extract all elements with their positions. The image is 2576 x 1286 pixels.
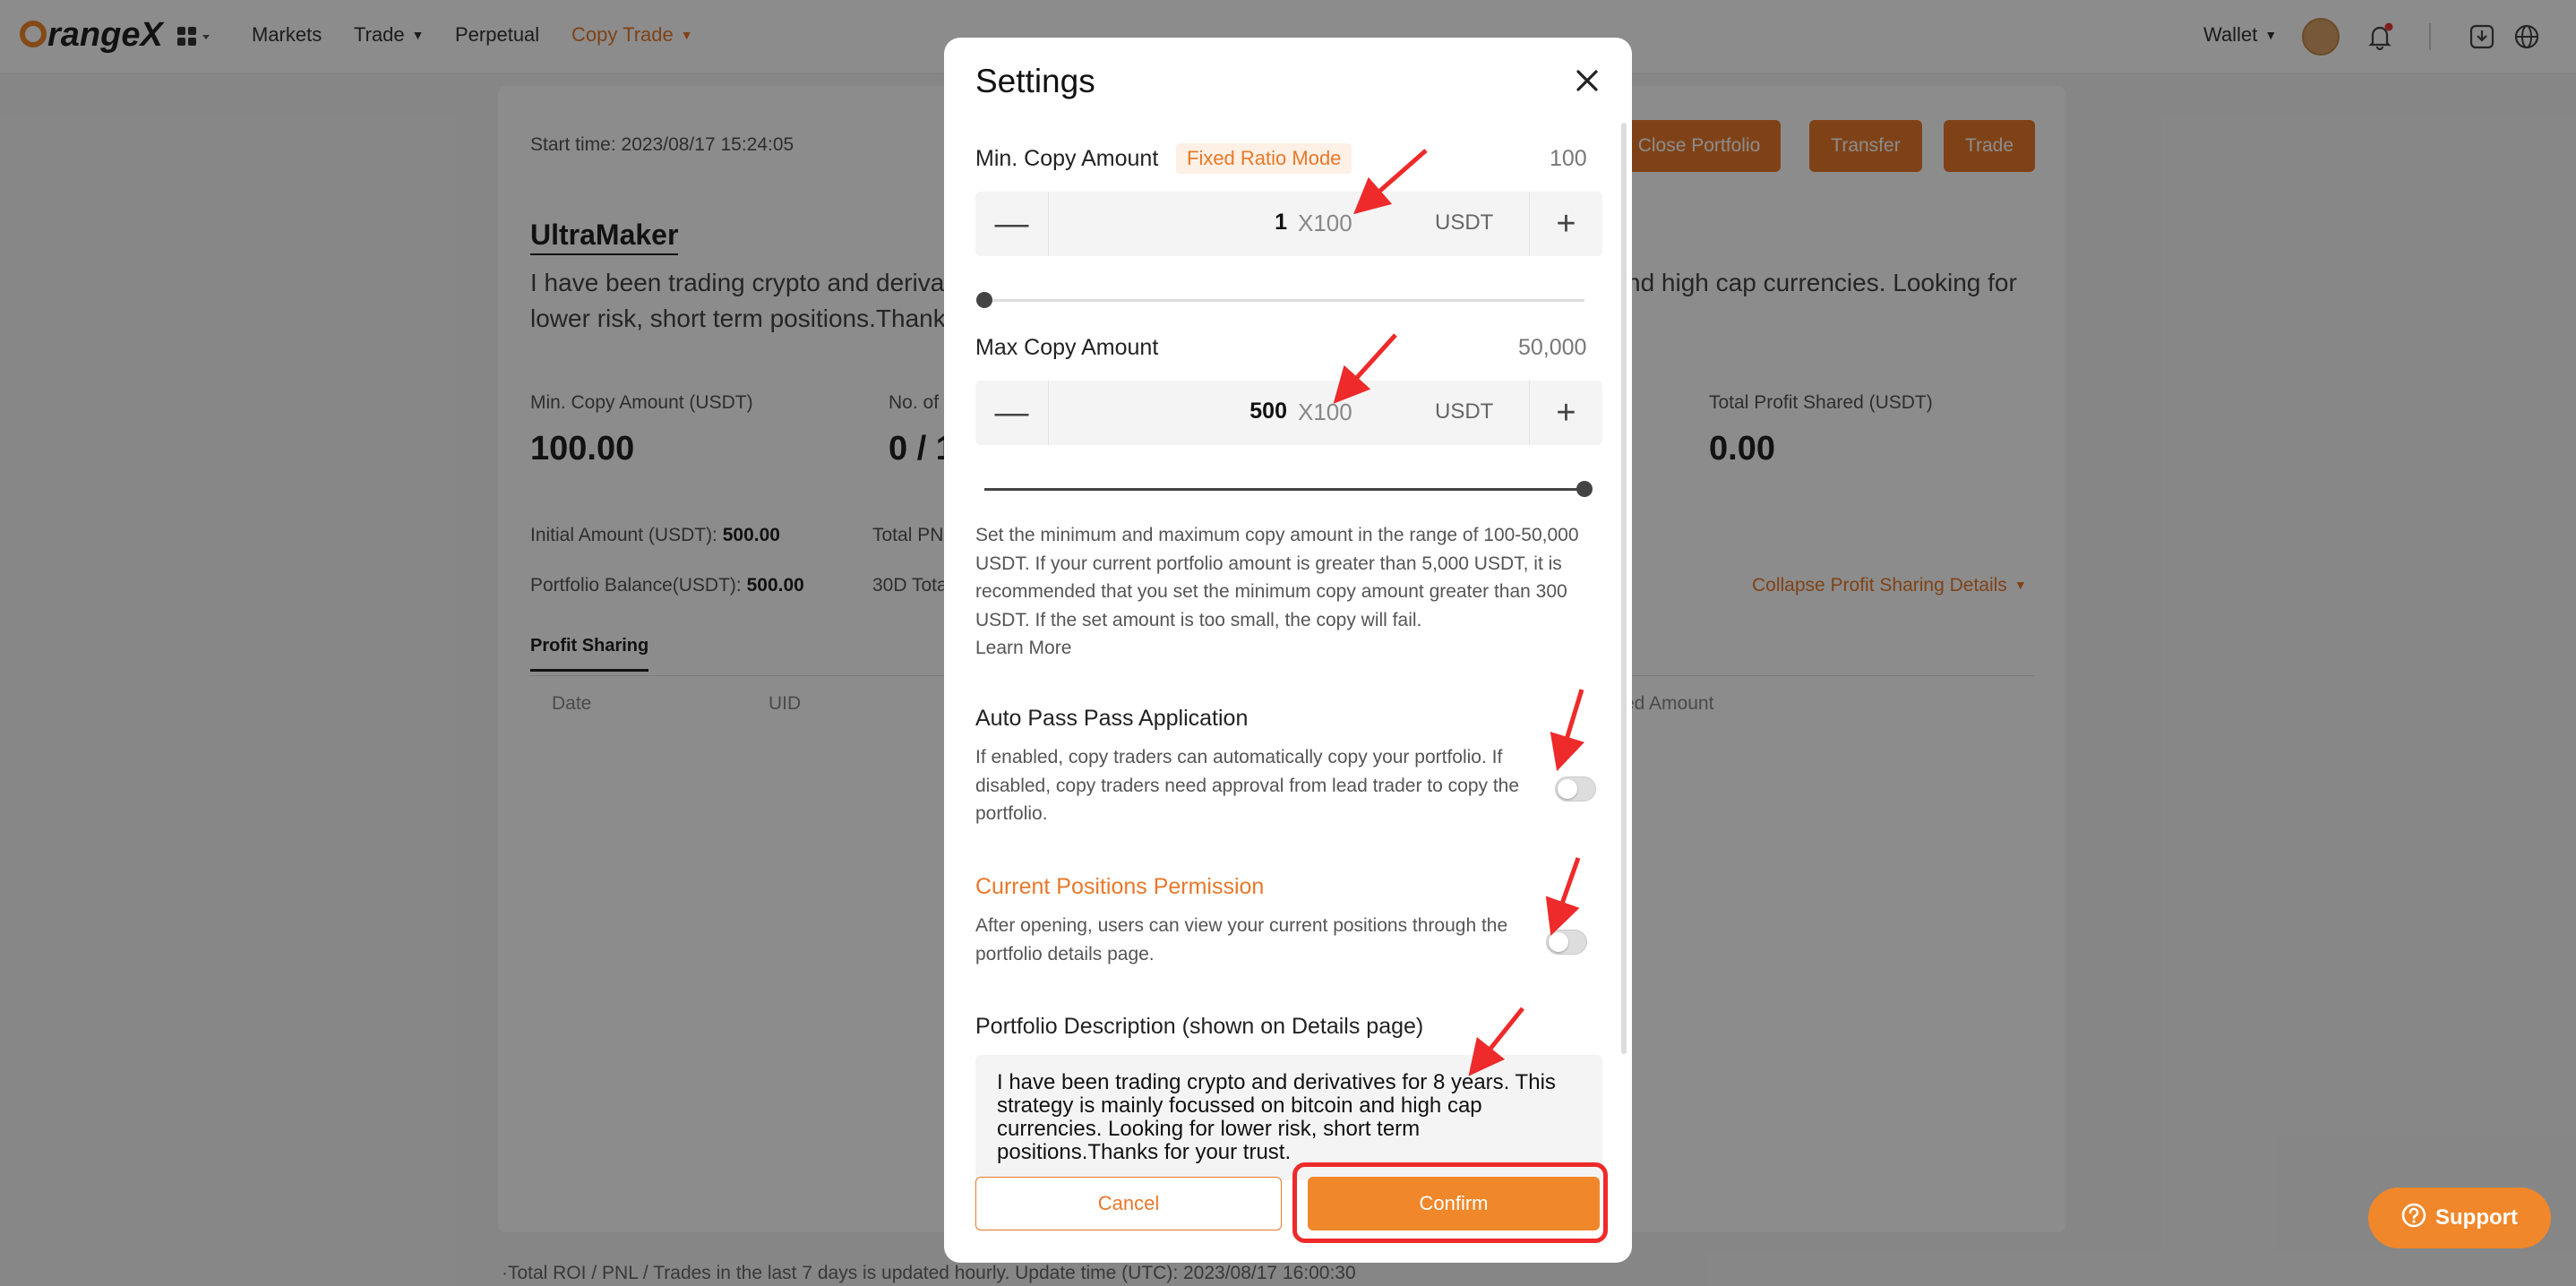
annotation-arrows: [1333, 149, 1584, 1076]
arrow-annotation: [1550, 689, 1584, 772]
arrow-annotation: [1333, 333, 1397, 404]
arrow-annotation: [1468, 1007, 1524, 1076]
arrow-annotation: [1545, 857, 1581, 936]
help-icon: [2401, 1203, 2426, 1234]
support-button[interactable]: Support: [2368, 1187, 2551, 1248]
arrow-annotation: [1352, 149, 1428, 215]
